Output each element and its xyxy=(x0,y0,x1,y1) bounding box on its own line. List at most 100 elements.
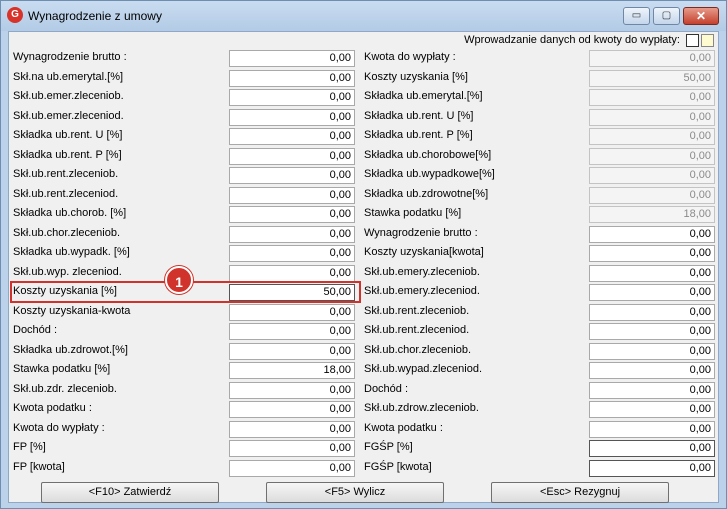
right_rows-label: Skł.ub.chor.zleceniob. xyxy=(364,343,472,356)
right_rows-label: Składka ub.emerytal.[%] xyxy=(364,90,483,102)
form-panel: Wprowadzanie danych od kwoty do wypłaty:… xyxy=(8,31,719,503)
left_rows-label: Stawka podatku [%] xyxy=(13,363,111,375)
window-title: Wynagrodzenie z umowy xyxy=(28,9,162,23)
right_rows-label: Składka ub.zdrowotne[%] xyxy=(364,187,489,200)
left_rows-field[interactable]: 0,00 xyxy=(229,147,355,165)
left_rows-label: FP [kwota] xyxy=(13,460,65,473)
right_rows-label: Skł.ub.emery.zleceniod. xyxy=(364,285,480,297)
right_rows-field: 18,00 xyxy=(589,206,715,223)
maximize-button[interactable]: ▢ xyxy=(653,7,680,25)
close-button[interactable]: ✕ xyxy=(683,7,719,25)
left_rows-label: Składka ub.wypadk. [%] xyxy=(13,246,130,258)
left_rows-field[interactable]: 0,00 xyxy=(229,186,355,204)
left_rows-label: Skł.ub.emer.zleceniob. xyxy=(13,90,124,102)
right_rows-label: Skł.ub.zdrow.zleceniob. xyxy=(364,402,479,414)
right_rows-label: Składka ub.rent. U [%] xyxy=(364,109,474,122)
minimize-button[interactable]: ▭ xyxy=(623,7,650,25)
left_rows-field[interactable]: 0,00 xyxy=(229,264,355,282)
right_rows-field[interactable]: 0,00 xyxy=(589,459,715,477)
left_rows-label: Składka ub.chorob. [%] xyxy=(13,207,127,219)
right_rows-label: Składka ub.wypadkowe[%] xyxy=(364,168,495,180)
left_rows-field[interactable]: 0,00 xyxy=(229,206,355,223)
right_rows-label: Koszty uzyskania[kwota] xyxy=(364,246,484,258)
right_rows-label: Składka ub.chorobowe[%] xyxy=(364,148,492,161)
right_rows-label: Wynagrodzenie brutto : xyxy=(364,226,478,239)
left_rows-field[interactable]: 0,00 xyxy=(229,440,355,457)
left_rows-label: Skł.ub.emer.zleceniod. xyxy=(13,109,124,122)
right_rows-label: Kwota podatku : xyxy=(364,421,443,434)
left_rows-field[interactable]: 0,00 xyxy=(229,342,355,360)
left_rows-field[interactable]: 0,00 xyxy=(229,50,355,67)
right_rows-label: Skł.ub.rent.zleceniob. xyxy=(364,304,470,317)
calculate-button[interactable]: <F5> Wylicz xyxy=(266,482,444,503)
right_rows-field[interactable]: 0,00 xyxy=(589,420,715,438)
left_rows-field[interactable]: 0,00 xyxy=(229,323,355,340)
right_rows-field[interactable]: 0,00 xyxy=(589,342,715,360)
left_rows-label: Kwota podatku : xyxy=(13,402,92,414)
right_rows-field: 0,00 xyxy=(589,50,715,67)
window: G Wynagrodzenie z umowy ▭ ▢ ✕ Wprowadzan… xyxy=(0,0,727,509)
right_rows-field[interactable]: 0,00 xyxy=(589,362,715,379)
left_rows-field[interactable]: 0,00 xyxy=(229,89,355,106)
left_rows-label: Skł.na ub.emerytal.[%] xyxy=(13,70,124,83)
app-icon: G xyxy=(7,7,23,23)
right_rows-label: FGŚP [kwota] xyxy=(364,460,432,473)
right_rows-field: 0,00 xyxy=(589,167,715,184)
left_rows-label: Skł.ub.chor.zleceniob. xyxy=(13,226,121,239)
right_rows-field[interactable]: 0,00 xyxy=(589,264,715,282)
left_rows-field[interactable]: 0,00 xyxy=(229,128,355,145)
confirm-button[interactable]: <F10> Zatwierdź xyxy=(41,482,219,503)
left_rows-field[interactable]: 0,00 xyxy=(229,69,355,87)
left_rows-field[interactable]: 0,00 xyxy=(229,167,355,184)
right_rows-field[interactable]: 0,00 xyxy=(589,440,715,457)
left_rows-label: Skł.ub.rent.zleceniod. xyxy=(13,187,119,200)
right_rows-field[interactable]: 0,00 xyxy=(589,284,715,301)
left_rows-field[interactable]: 0,00 xyxy=(229,303,355,321)
left_rows-label: Wynagrodzenie brutto : xyxy=(13,51,127,63)
left_rows-label: Składka ub.rent. U [%] xyxy=(13,129,123,141)
right_rows-field: 0,00 xyxy=(589,147,715,165)
right_rows-field[interactable]: 0,00 xyxy=(589,381,715,399)
right_rows-label: FGŚP [%] xyxy=(364,441,413,453)
right_rows-field: 0,00 xyxy=(589,108,715,126)
input-mode-row: Wprowadzanie danych od kwoty do wypłaty: xyxy=(464,32,714,48)
right_rows-label: Dochód : xyxy=(364,382,409,395)
right_rows-field: 0,00 xyxy=(589,128,715,145)
left_rows-label: FP [%] xyxy=(13,441,46,453)
right_rows-label: Skł.ub.rent.zleceniod. xyxy=(364,324,470,336)
left_rows-label: Składka ub.zdrowot.[%] xyxy=(13,343,128,356)
left_rows-field[interactable]: 0,00 xyxy=(229,245,355,262)
left_rows-field[interactable]: 0,00 xyxy=(229,459,355,477)
title-bar: G Wynagrodzenie z umowy ▭ ▢ ✕ xyxy=(1,1,726,31)
left_rows-field[interactable]: 0,00 xyxy=(229,225,355,243)
right_rows-field[interactable]: 0,00 xyxy=(589,323,715,340)
cancel-button[interactable]: <Esc> Rezygnuj xyxy=(491,482,669,503)
right_rows-field[interactable]: 0,00 xyxy=(589,401,715,418)
left_rows-field[interactable]: 0,00 xyxy=(229,401,355,418)
right_rows-field[interactable]: 0,00 xyxy=(589,225,715,243)
left_rows-label: Dochód : xyxy=(13,324,58,336)
left_rows-field[interactable]: 0,00 xyxy=(229,420,355,438)
input-mode-checkbox[interactable] xyxy=(686,33,699,47)
left_rows-label: Koszty uzyskania-kwota xyxy=(13,304,131,317)
input-mode-label: Wprowadzanie danych od kwoty do wypłaty: xyxy=(464,34,680,46)
right_rows-field[interactable]: 0,00 xyxy=(589,303,715,321)
left_rows-label: Skł.ub.rent.zleceniob. xyxy=(13,168,119,180)
right_rows-field: 50,00 xyxy=(589,69,715,87)
right_rows-field: 0,00 xyxy=(589,89,715,106)
left_rows-field[interactable]: 0,00 xyxy=(229,381,355,399)
right_rows-field: 0,00 xyxy=(589,186,715,204)
left_rows-label: Składka ub.rent. P [%] xyxy=(13,148,122,161)
left_rows-field[interactable]: 0,00 xyxy=(229,108,355,126)
right_rows-label: Kwota do wypłaty : xyxy=(364,51,456,63)
left_rows-label: Skł.ub.zdr. zleceniob. xyxy=(13,382,117,395)
annotation-badge: 1 xyxy=(165,266,193,294)
right_rows-label: Składka ub.rent. P [%] xyxy=(364,129,473,141)
right_rows-field[interactable]: 0,00 xyxy=(589,245,715,262)
left_rows-field[interactable]: 18,00 xyxy=(229,362,355,379)
right_rows-label: Skł.ub.wypad.zleceniod. xyxy=(364,363,483,375)
input-mode-indicator xyxy=(701,33,714,47)
right_rows-label: Stawka podatku [%] xyxy=(364,207,462,219)
right_rows-label: Koszty uzyskania [%] xyxy=(364,70,468,83)
right_rows-label: Skł.ub.emery.zleceniob. xyxy=(364,265,480,278)
